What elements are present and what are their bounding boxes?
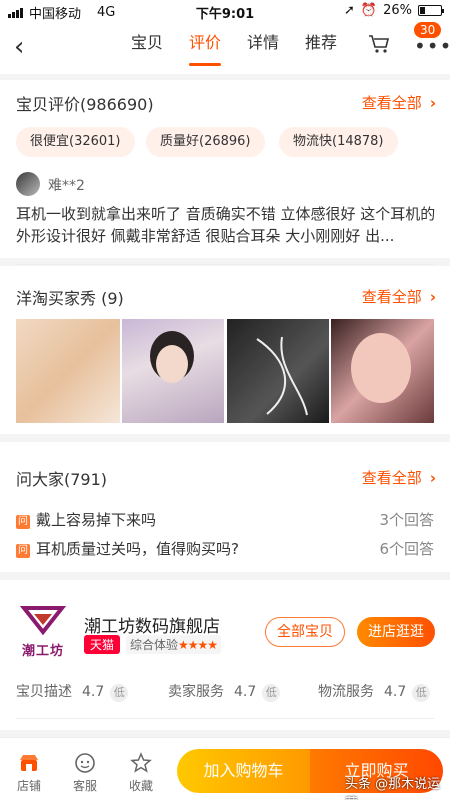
enter-shop-button[interactable]: 进店逛逛	[357, 617, 435, 647]
metric-level: 低	[412, 684, 431, 702]
shop-logo[interactable]: 潮工坊	[16, 606, 70, 659]
shop-metric: 卖家服务 4.7 低	[168, 681, 281, 702]
back-icon[interactable]: ‹	[14, 32, 24, 62]
answer-count: 6个回答	[379, 540, 434, 558]
question-badge: 问	[16, 544, 30, 558]
question-text: 耳机质量过关吗，值得购买吗?	[36, 540, 239, 558]
metric-level: 低	[110, 684, 129, 702]
top-navigation: ‹ 宝贝 评价 详情 推荐 ••• 30	[0, 22, 450, 74]
store-label: 店铺	[16, 779, 41, 793]
shop-metric: 宝贝描述 4.7 低	[16, 681, 129, 702]
buyer-photo[interactable]	[227, 319, 329, 423]
experience-label: 综合体验	[130, 638, 179, 652]
review-tag[interactable]: 物流快(14878)	[279, 127, 398, 157]
tab-reviews[interactable]: 评价	[176, 22, 234, 66]
question-text: 戴上容易掉下来吗	[36, 511, 157, 529]
buyer-photo[interactable]	[122, 319, 224, 423]
buyer-show-title: 洋淘买家秀 (9)	[16, 289, 124, 308]
reviews-title: 宝贝评价(986690)	[16, 95, 154, 114]
experience-rating: 综合体验★★★★	[126, 635, 222, 654]
qa-item[interactable]: 问耳机质量过关吗，值得购买吗? 6个回答	[16, 538, 434, 559]
metric-value: 4.7	[82, 684, 105, 700]
star-rating: ★★★★	[178, 638, 218, 652]
buyer-photo[interactable]	[16, 319, 120, 423]
divider	[16, 718, 434, 719]
service-button[interactable]: 客服	[65, 751, 105, 794]
qa-title: 问大家(791)	[16, 470, 108, 489]
qa-item[interactable]: 问戴上容易掉下来吗 3个回答	[16, 509, 434, 530]
service-label: 客服	[72, 779, 97, 793]
tab-recommend[interactable]: 推荐	[292, 22, 350, 64]
metric-value: 4.7	[384, 684, 407, 700]
tmall-badge: 天猫	[84, 635, 121, 654]
metric-label: 物流服务	[318, 684, 374, 700]
service-icon	[75, 753, 95, 773]
chevron-right-icon: ›	[429, 288, 436, 306]
shop-metric: 物流服务 4.7 低	[318, 681, 431, 702]
metric-value: 4.7	[234, 684, 257, 700]
buyer-photo[interactable]	[331, 319, 434, 423]
metric-level: 低	[262, 684, 281, 702]
question-badge: 问	[16, 515, 30, 529]
tab-item[interactable]: 宝贝	[118, 22, 176, 64]
battery-icon	[418, 5, 444, 16]
message-badge: 30	[414, 22, 442, 38]
avatar	[16, 172, 40, 196]
review-text[interactable]: 耳机一收到就拿出来听了 音质确实不错 立体感很好 这个耳机的外形设计很好 佩戴非…	[16, 203, 436, 247]
metric-label: 卖家服务	[168, 684, 224, 700]
favorite-button[interactable]: 收藏	[121, 751, 161, 794]
see-all-label: 查看全部	[361, 94, 422, 112]
review-tag[interactable]: 很便宜(32601)	[16, 127, 135, 157]
store-button[interactable]: 店铺	[9, 751, 49, 794]
chevron-right-icon: ›	[429, 94, 436, 112]
watermark: 头条 @那木说运营	[345, 777, 441, 800]
star-icon	[130, 752, 152, 773]
location-icon: ➚	[344, 3, 355, 18]
qa-see-all[interactable]: 查看全部 ›	[362, 467, 436, 488]
all-items-button[interactable]: 全部宝贝	[265, 617, 345, 647]
tab-bar: 宝贝 评价 详情 推荐	[118, 22, 350, 66]
shop-name[interactable]: 潮工坊数码旗舰店	[84, 612, 220, 637]
add-to-cart-button[interactable]: 加入购物车	[177, 749, 310, 793]
shop-logo-text: 潮工坊	[21, 644, 64, 659]
favorite-label: 收藏	[128, 779, 153, 793]
battery-percent: 26%	[383, 3, 412, 18]
review-tag[interactable]: 质量好(26896)	[146, 127, 265, 157]
earphone-icon	[256, 336, 308, 416]
answer-count: 3个回答	[379, 511, 434, 529]
metric-label: 宝贝描述	[16, 684, 72, 700]
buyer-show-see-all[interactable]: 查看全部 ›	[362, 286, 436, 307]
reviews-see-all[interactable]: 查看全部 ›	[362, 92, 436, 113]
see-all-label: 查看全部	[361, 469, 422, 487]
alarm-icon: ⏰	[360, 3, 378, 18]
reviewer-name: 难**2	[48, 178, 85, 194]
logo-mark-icon	[19, 606, 67, 636]
chevron-right-icon: ›	[429, 469, 436, 487]
divider	[16, 264, 434, 265]
see-all-label: 查看全部	[361, 288, 422, 306]
tab-details[interactable]: 详情	[234, 22, 292, 64]
cart-icon[interactable]	[368, 34, 390, 54]
status-bar: 中国移动 4G 下午9:01 ➚ ⏰ 26%	[0, 0, 450, 22]
store-icon	[20, 755, 38, 771]
